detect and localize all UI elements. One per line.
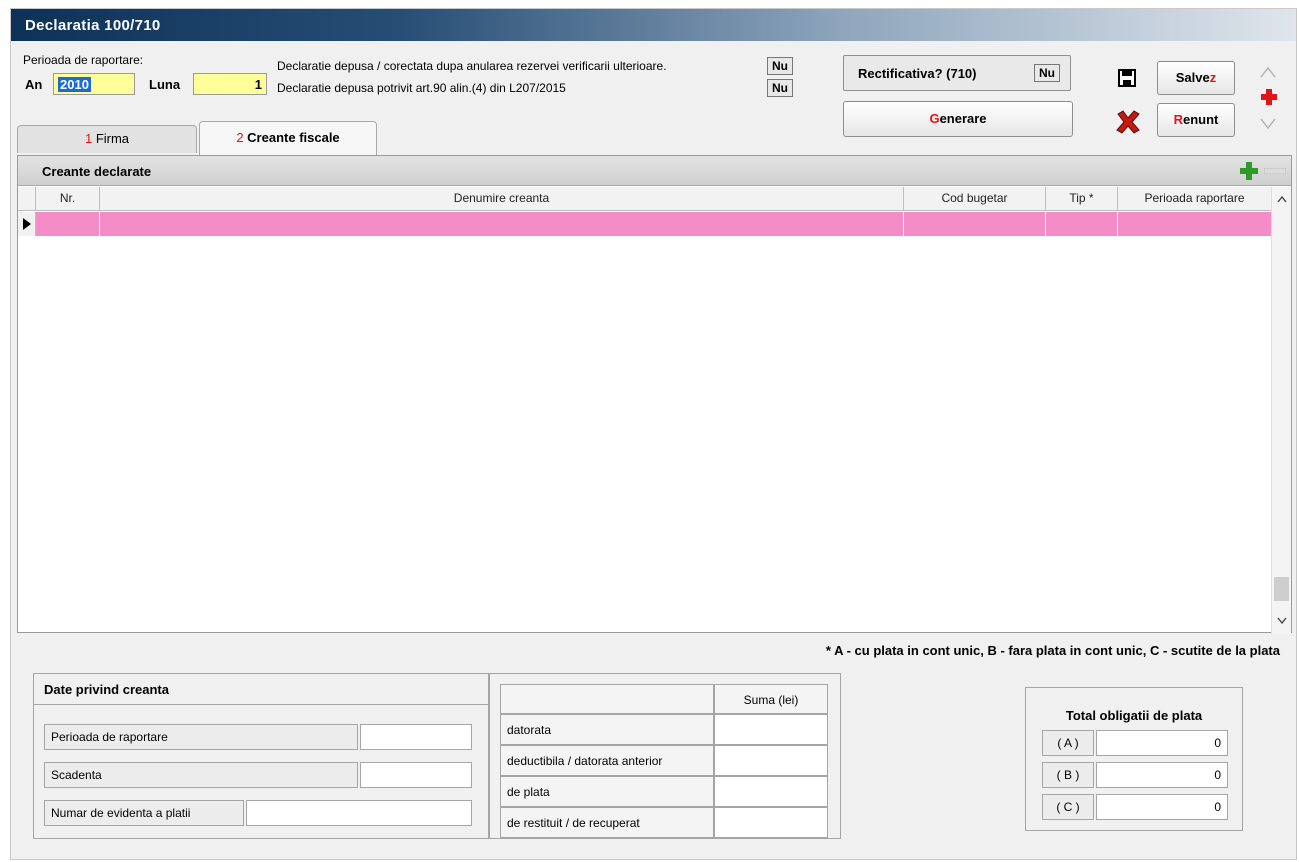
table-row-cell-tip[interactable] (1046, 212, 1118, 236)
sume-corner (500, 684, 714, 714)
window-title: Declaratia 100/710 (11, 9, 1296, 41)
de-restituit-label: de restituit / de recuperat (500, 807, 714, 838)
date-creanta-group: Date privind creanta Perioada de raporta… (33, 673, 489, 839)
creante-grid: Creante declarate Nr. Denumire creanta C… (17, 155, 1292, 634)
save-disk-icon[interactable] (1118, 69, 1136, 87)
remove-row-icon[interactable] (1264, 168, 1286, 174)
period-label: Perioada de raportare: (23, 53, 144, 67)
total-a-label: ( A ) (1042, 730, 1094, 756)
total-a-value[interactable]: 0 (1096, 730, 1228, 756)
total-obligatii-title: Total obligatii de plata (1065, 708, 1203, 723)
arrow-down-icon[interactable] (1259, 117, 1277, 131)
numar-evidenta-input[interactable] (246, 800, 472, 826)
col-denumire[interactable]: Denumire creanta (100, 187, 904, 211)
declaratie-art90-value[interactable]: Nu (767, 79, 793, 97)
tab-creante-fiscale[interactable]: 2 Creante fiscale (199, 121, 377, 155)
luna-input[interactable]: 1 (193, 73, 267, 95)
deductibila-input[interactable] (714, 745, 828, 776)
row-pointer-icon (23, 218, 31, 230)
cancel-x-icon[interactable] (1115, 109, 1141, 135)
grid-title: Creante declarate (18, 156, 1291, 186)
scadenta-input[interactable] (360, 762, 472, 788)
de-restituit-input[interactable] (714, 807, 828, 838)
de-plata-label: de plata (500, 776, 714, 807)
scadenta-label: Scadenta (44, 762, 358, 788)
table-row-cell-denumire[interactable] (100, 212, 904, 236)
total-obligatii-group: Total obligatii de plata ( A ) 0 ( B ) 0… (1025, 687, 1243, 831)
suma-header: Suma (lei) (714, 684, 828, 714)
salvez-button[interactable]: Salvez (1157, 61, 1235, 95)
scroll-down-icon[interactable] (1277, 617, 1287, 625)
de-plata-input[interactable] (714, 776, 828, 807)
perioada-raportare-label: Perioada de raportare (44, 724, 358, 750)
row-indicator (18, 212, 36, 236)
deductibila-label: deductibila / datorata anterior (500, 745, 714, 776)
scroll-up-icon[interactable] (1277, 195, 1287, 203)
arrow-up-icon[interactable] (1259, 65, 1277, 79)
total-c-label: ( C ) (1042, 794, 1094, 820)
declaratie-window: Declaratia 100/710 Perioada de raportare… (10, 8, 1297, 860)
date-creanta-title: Date privind creanta (44, 682, 169, 697)
rectificativa-label: Rectificativa? (710) (858, 66, 977, 81)
perioada-raportare-input[interactable] (360, 724, 472, 750)
tab-firma[interactable]: 1 Firma (17, 125, 197, 153)
numar-evidenta-label: Numar de evidenta a platii (44, 800, 244, 826)
add-row-icon[interactable] (1240, 162, 1258, 180)
tip-legend-note: * A - cu plata in cont unic, B - fara pl… (825, 643, 1280, 658)
rectificativa-value[interactable]: Nu (1034, 64, 1060, 82)
row-indicator-header (18, 187, 36, 211)
datorata-input[interactable] (714, 714, 828, 745)
scroll-thumb[interactable] (1274, 577, 1289, 601)
declaratie-anulare-label: Declaratie depusa / corectata dupa anula… (277, 59, 667, 73)
renunt-button[interactable]: Renunt (1157, 103, 1235, 137)
luna-label: Luna (149, 77, 181, 92)
add-red-icon[interactable] (1261, 89, 1277, 105)
col-nr[interactable]: Nr. (36, 187, 100, 211)
group-divider (34, 704, 488, 705)
total-b-value[interactable]: 0 (1096, 762, 1228, 788)
col-cod-bugetar[interactable]: Cod bugetar (904, 187, 1046, 211)
table-row-cell-nr[interactable] (36, 212, 100, 236)
sume-group: Suma (lei) datorata deductibila / datora… (489, 673, 841, 839)
declaratie-anulare-value[interactable]: Nu (767, 57, 793, 75)
table-row-cell-perioada[interactable] (1118, 212, 1272, 236)
grid-scrollbar[interactable] (1271, 187, 1291, 634)
generare-button[interactable]: Generare (843, 101, 1073, 137)
col-perioada[interactable]: Perioada raportare (1118, 187, 1272, 211)
total-b-label: ( B ) (1042, 762, 1094, 788)
col-tip[interactable]: Tip * (1046, 187, 1118, 211)
table-row-cell-cod[interactable] (904, 212, 1046, 236)
an-label: An (25, 77, 43, 92)
an-input[interactable]: 2010 (53, 73, 135, 95)
datorata-label: datorata (500, 714, 714, 745)
declaratie-art90-label: Declaratie depusa potrivit art.90 alin.(… (277, 81, 566, 95)
rectificativa-box: Rectificativa? (710) Nu (843, 55, 1071, 91)
total-c-value[interactable]: 0 (1096, 794, 1228, 820)
